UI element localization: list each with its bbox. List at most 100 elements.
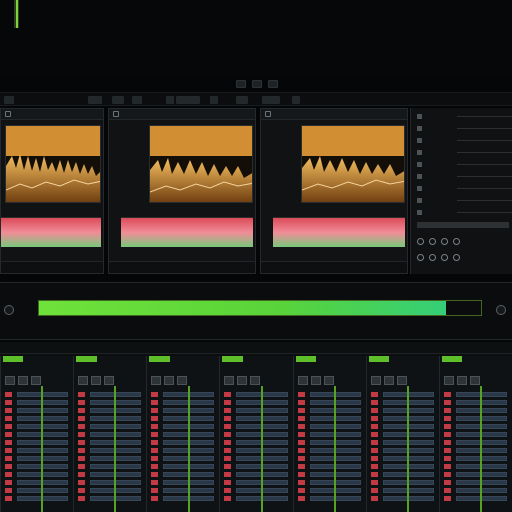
side-row[interactable] xyxy=(417,160,512,168)
toolbar xyxy=(0,92,512,106)
meter-segment xyxy=(370,480,378,485)
play-icon[interactable] xyxy=(236,80,246,88)
knob-icon[interactable] xyxy=(417,254,424,261)
toolbar-button[interactable] xyxy=(166,96,174,104)
meter-segment xyxy=(5,392,12,397)
toolbar-button[interactable] xyxy=(176,96,200,104)
playhead-marker[interactable] xyxy=(14,0,19,28)
channel-controls xyxy=(297,376,334,385)
meter-segment xyxy=(370,448,378,453)
channel-level-meter xyxy=(5,392,12,510)
panel-footer xyxy=(261,261,407,273)
meter-segment xyxy=(78,496,86,501)
meter-segment xyxy=(151,424,159,429)
meter-segment xyxy=(224,448,232,453)
channel-fader[interactable] xyxy=(187,386,190,512)
meter-segment xyxy=(78,448,86,453)
channel-knob[interactable] xyxy=(443,376,454,385)
knob-icon[interactable] xyxy=(429,254,436,261)
channel-knob[interactable] xyxy=(237,376,248,385)
channel-knob[interactable] xyxy=(224,376,235,385)
channel-knob[interactable] xyxy=(18,376,28,385)
meter-segment xyxy=(297,392,305,397)
meter-segment xyxy=(151,400,159,405)
meter-segment xyxy=(78,408,86,413)
toolbar-button[interactable] xyxy=(112,96,124,104)
channel-knob[interactable] xyxy=(91,376,102,385)
side-row[interactable] xyxy=(417,196,512,204)
side-slider[interactable] xyxy=(417,222,509,228)
meter-segment xyxy=(5,488,12,493)
settings-icon xyxy=(417,113,422,119)
channel-controls xyxy=(78,376,115,385)
toolbar-button[interactable] xyxy=(210,96,218,104)
toolbar-button[interactable] xyxy=(262,96,280,104)
channel-knob[interactable] xyxy=(310,376,321,385)
channel-fader[interactable] xyxy=(260,386,263,512)
toolbar-button[interactable] xyxy=(292,96,300,104)
channel-knob[interactable] xyxy=(78,376,89,385)
channel-knob[interactable] xyxy=(104,376,115,385)
toolbar-button[interactable] xyxy=(236,96,248,104)
window-icon[interactable] xyxy=(265,111,271,117)
transport-controls xyxy=(236,80,278,88)
meter-segment xyxy=(224,496,232,501)
channel-knob[interactable] xyxy=(250,376,261,385)
window-icon[interactable] xyxy=(113,111,119,117)
knob-icon[interactable] xyxy=(453,238,460,245)
side-row[interactable] xyxy=(417,124,512,132)
side-row[interactable] xyxy=(417,208,512,216)
side-row[interactable] xyxy=(417,184,512,192)
stop-icon[interactable] xyxy=(252,80,262,88)
channel-knob[interactable] xyxy=(383,376,394,385)
knob-icon[interactable] xyxy=(429,238,436,245)
toolbar-button[interactable] xyxy=(4,96,14,104)
channel-knob[interactable] xyxy=(456,376,467,385)
channel-fader[interactable] xyxy=(114,386,117,512)
channel-fader[interactable] xyxy=(333,386,336,512)
bus-knob-right[interactable] xyxy=(496,305,506,315)
side-row[interactable] xyxy=(417,148,512,156)
channel-fader[interactable] xyxy=(41,386,44,512)
side-row[interactable] xyxy=(417,112,512,120)
record-icon[interactable] xyxy=(268,80,278,88)
toolbar-button[interactable] xyxy=(88,96,102,104)
meter-segment xyxy=(297,424,305,429)
channel-knob[interactable] xyxy=(164,376,175,385)
list-icon xyxy=(417,125,422,131)
toolbar-button[interactable] xyxy=(132,96,142,104)
side-row[interactable] xyxy=(417,136,512,144)
channel-fader[interactable] xyxy=(406,386,409,512)
meter-segment xyxy=(224,392,232,397)
knob-icon[interactable] xyxy=(441,254,448,261)
channel-knob[interactable] xyxy=(469,376,480,385)
knob-icon[interactable] xyxy=(453,254,460,261)
panel-footer xyxy=(109,261,255,273)
channel-knob[interactable] xyxy=(323,376,334,385)
top-strip xyxy=(0,0,512,78)
channel-knob[interactable] xyxy=(31,376,41,385)
meter-segment xyxy=(224,456,232,461)
side-row[interactable] xyxy=(417,172,512,180)
knob-icon[interactable] xyxy=(441,238,448,245)
channel-knob[interactable] xyxy=(151,376,162,385)
window-icon[interactable] xyxy=(5,111,11,117)
channel-knob[interactable] xyxy=(370,376,381,385)
meter-segment xyxy=(224,480,232,485)
channel-knob[interactable] xyxy=(297,376,308,385)
meter-segment xyxy=(5,400,12,405)
bus-knob-left[interactable] xyxy=(4,305,14,315)
knob-icon[interactable] xyxy=(417,238,424,245)
side-panel xyxy=(410,108,512,274)
channel-fader[interactable] xyxy=(480,386,483,512)
meter-segment xyxy=(443,392,451,397)
channel-knob[interactable] xyxy=(177,376,188,385)
channel-controls xyxy=(443,376,480,385)
channel-knob[interactable] xyxy=(5,376,15,385)
channel-status-bar xyxy=(441,356,463,362)
meter-segment xyxy=(297,488,305,493)
meter-segment xyxy=(151,496,159,501)
mixer-channel xyxy=(146,356,220,512)
channel-knob[interactable] xyxy=(396,376,407,385)
channel-status-bar xyxy=(76,356,97,362)
